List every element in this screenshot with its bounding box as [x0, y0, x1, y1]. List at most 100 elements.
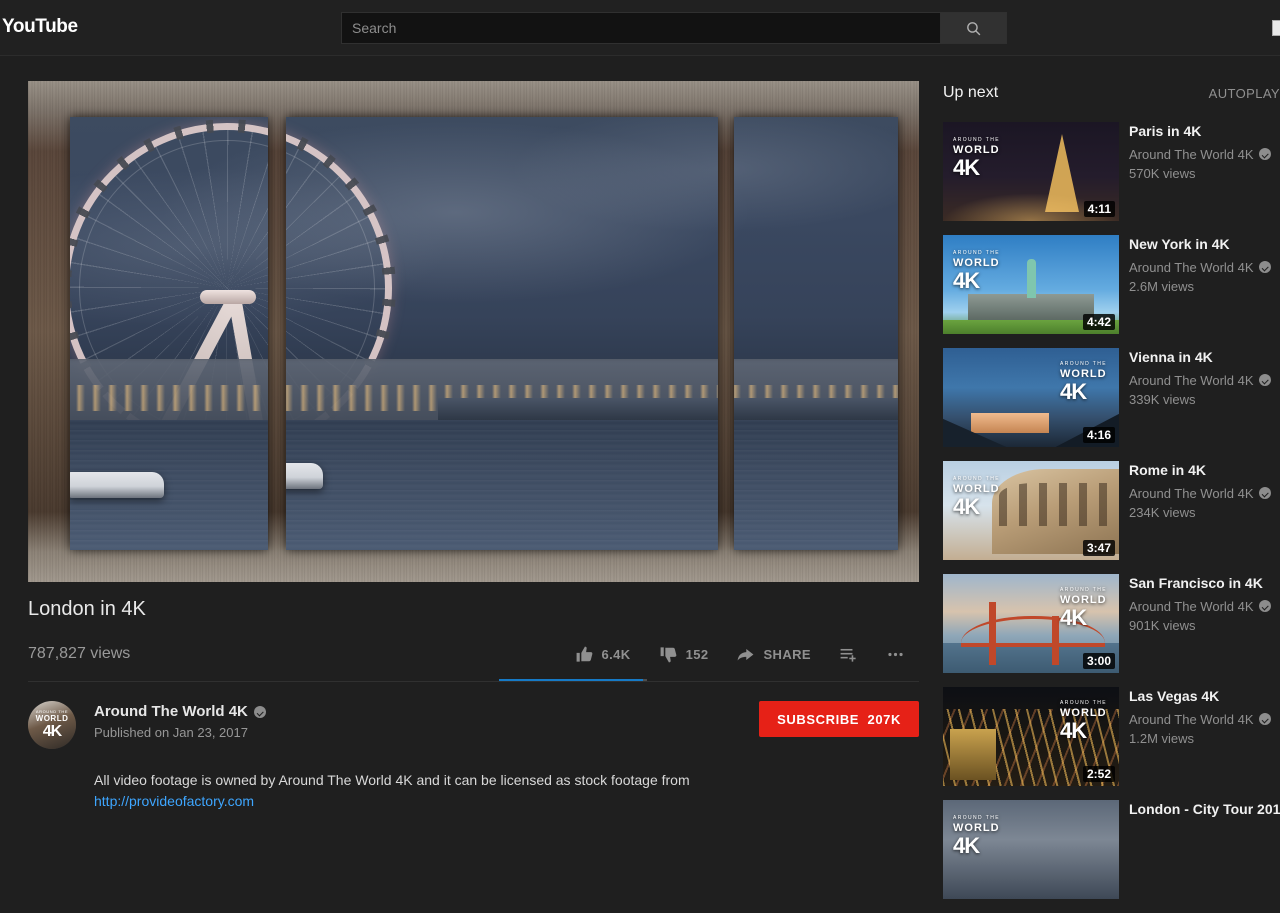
related-channel-row: Around The World 4K — [1129, 712, 1271, 727]
video-scene-right — [734, 117, 898, 550]
masthead: YouTube — [0, 0, 1280, 56]
video-scene-left — [70, 117, 268, 550]
video-panel-right — [734, 117, 898, 550]
more-actions-button[interactable] — [872, 640, 919, 668]
related-info: New York in 4K Around The World 4K 2.6M vi… — [1129, 235, 1271, 334]
related-video-item[interactable]: AROUND THE WORLD 4K London - City Tour 2017 — [943, 800, 1280, 899]
channel-avatar[interactable]: AROUND THE WORLD 4K — [28, 701, 76, 749]
related-info: London - City Tour 2017 — [1129, 800, 1280, 899]
channel-text: Around The World 4K Published on Jan 23,… — [94, 701, 266, 740]
video-actions: 6.4K 152 SHARE — [561, 640, 919, 668]
related-channel-row: Around The World 4K — [1129, 486, 1271, 501]
related-thumbnail[interactable]: AROUND THE WORLD 4K 3:00 — [943, 574, 1119, 673]
masthead-overflow-item[interactable] — [1272, 20, 1280, 36]
save-to-playlist-button[interactable] — [825, 640, 872, 668]
video-duration: 3:47 — [1082, 540, 1115, 556]
subscribe-button[interactable]: SUBSCRIBE 207K — [759, 701, 919, 737]
verified-badge-icon — [1258, 261, 1271, 273]
related-thumbnail[interactable]: AROUND THE WORLD 4K 4:11 — [943, 122, 1119, 221]
channel-watermark: AROUND THE WORLD 4K — [953, 138, 1000, 179]
video-panel-center — [286, 117, 718, 550]
related-channel-row: Around The World 4K — [1129, 147, 1271, 162]
video-duration: 4:42 — [1082, 314, 1115, 330]
avatar-line-2: WORLD — [35, 714, 69, 723]
related-video-item[interactable]: AROUND THE WORLD 4K 2:52 Las Vegas 4K Around … — [943, 687, 1280, 786]
like-ratio-fill — [499, 679, 643, 681]
related-view-count: 1.2M views — [1129, 730, 1195, 746]
like-ratio-bar — [499, 679, 647, 681]
related-info: Paris in 4K Around The World 4K 570K views — [1129, 122, 1271, 221]
watermark-line-1: AROUND THE — [1060, 700, 1107, 706]
channel-watermark: AROUND THE WORLD 4K — [1060, 588, 1107, 629]
related-info: Rome in 4K Around The World 4K 234K views — [1129, 461, 1271, 560]
thumbs-up-icon — [576, 646, 592, 662]
watermark-line-1: AROUND THE — [953, 137, 1000, 143]
video-title: London in 4K — [28, 598, 146, 620]
verified-badge-icon — [1258, 487, 1271, 499]
related-thumbnail[interactable]: AROUND THE WORLD 4K — [943, 800, 1119, 899]
related-video-title: San Francisco in 4K — [1129, 575, 1263, 591]
video-duration: 4:16 — [1082, 427, 1115, 443]
video-panel-left — [70, 117, 268, 550]
watermark-line-3: 4K — [1060, 718, 1087, 743]
channel-name: Around The World 4K — [94, 703, 248, 720]
channel-watermark: AROUND THE WORLD 4K — [953, 251, 1000, 292]
related-video-title: Paris in 4K — [1129, 123, 1202, 139]
related-view-count: 2.6M views — [1129, 278, 1195, 294]
watermark-line-1: AROUND THE — [953, 250, 1000, 256]
related-video-item[interactable]: AROUND THE WORLD 4K 3:47 Rome in 4K Around Th… — [943, 461, 1280, 560]
watermark-line-3: 4K — [953, 833, 980, 858]
related-video-title: Vienna in 4K — [1129, 349, 1213, 365]
autoplay-label[interactable]: AUTOPLAY — [1209, 86, 1280, 101]
channel-watermark: AROUND THE WORLD 4K — [1060, 362, 1107, 403]
related-channel-name: Around The World 4K — [1129, 598, 1254, 614]
related-view-count: 234K views — [1129, 504, 1196, 520]
related-video-title: New York in 4K — [1129, 236, 1230, 252]
channel-watermark: AROUND THE WORLD 4K — [953, 816, 1000, 857]
related-thumbnail[interactable]: AROUND THE WORLD 4K 2:52 — [943, 687, 1119, 786]
channel-watermark: AROUND THE WORLD 4K — [953, 477, 1000, 518]
related-channel-name: Around The World 4K — [1129, 372, 1254, 388]
video-player[interactable] — [28, 81, 919, 582]
verified-badge-icon — [1258, 374, 1271, 386]
video-duration: 2:52 — [1082, 766, 1115, 782]
related-view-count: 339K views — [1129, 391, 1196, 407]
related-video-title: Las Vegas 4K — [1129, 688, 1220, 704]
search-input[interactable] — [341, 12, 941, 44]
subscriber-count: 207K — [867, 711, 901, 727]
watermark-line-1: AROUND THE — [953, 476, 1000, 482]
video-meta-row: 787,827 views 6.4K 152 SHARE — [28, 640, 919, 668]
watermark-line-3: 4K — [953, 268, 980, 293]
watermark-line-3: 4K — [1060, 379, 1087, 404]
related-channel-row: Around The World 4K — [1129, 599, 1271, 614]
youtube-logo[interactable]: YouTube — [2, 17, 78, 36]
related-view-count: 901K views — [1129, 617, 1196, 633]
related-thumbnail[interactable]: AROUND THE WORLD 4K 4:16 — [943, 348, 1119, 447]
related-thumbnail[interactable]: AROUND THE WORLD 4K 4:42 — [943, 235, 1119, 334]
channel-name-row[interactable]: Around The World 4K — [94, 703, 266, 720]
video-duration: 4:11 — [1083, 201, 1115, 217]
watermark-line-3: 4K — [1060, 605, 1087, 630]
related-view-count: 570K views — [1129, 165, 1196, 181]
video-description: All video footage is owned by Around The… — [94, 770, 794, 812]
video-duration: 3:00 — [1082, 653, 1115, 669]
description-text: All video footage is owned by Around The… — [94, 772, 690, 788]
related-video-item[interactable]: AROUND THE WORLD 4K 3:00 San Francisco in 4K… — [943, 574, 1280, 673]
dislike-button[interactable]: 152 — [645, 640, 723, 668]
related-video-item[interactable]: AROUND THE WORLD 4K 4:16 Vienna in 4K Around … — [943, 348, 1280, 447]
search-button[interactable] — [941, 12, 1007, 44]
related-video-item[interactable]: AROUND THE WORLD 4K 4:11 Paris in 4K Around T… — [943, 122, 1280, 221]
related-thumbnail[interactable]: AROUND THE WORLD 4K 3:47 — [943, 461, 1119, 560]
related-info: Vienna in 4K Around The World 4K 339K view… — [1129, 348, 1271, 447]
search-bar — [341, 12, 1007, 44]
share-button[interactable]: SHARE — [722, 640, 825, 668]
like-button[interactable]: 6.4K — [561, 640, 645, 668]
up-next-title: Up next — [943, 84, 999, 101]
related-info: San Francisco in 4K Around The World 4K 90… — [1129, 574, 1271, 673]
related-videos-sidebar: Up next AUTOPLAY AROUND THE WORLD 4K 4:11 Pa… — [943, 81, 1280, 913]
video-scene-center — [286, 117, 718, 550]
meta-divider — [28, 681, 919, 682]
verified-badge-icon — [1258, 600, 1271, 612]
related-video-item[interactable]: AROUND THE WORLD 4K 4:42 New York in 4K Aroun… — [943, 235, 1280, 334]
description-link[interactable]: http://provideofactory.com — [94, 791, 794, 812]
